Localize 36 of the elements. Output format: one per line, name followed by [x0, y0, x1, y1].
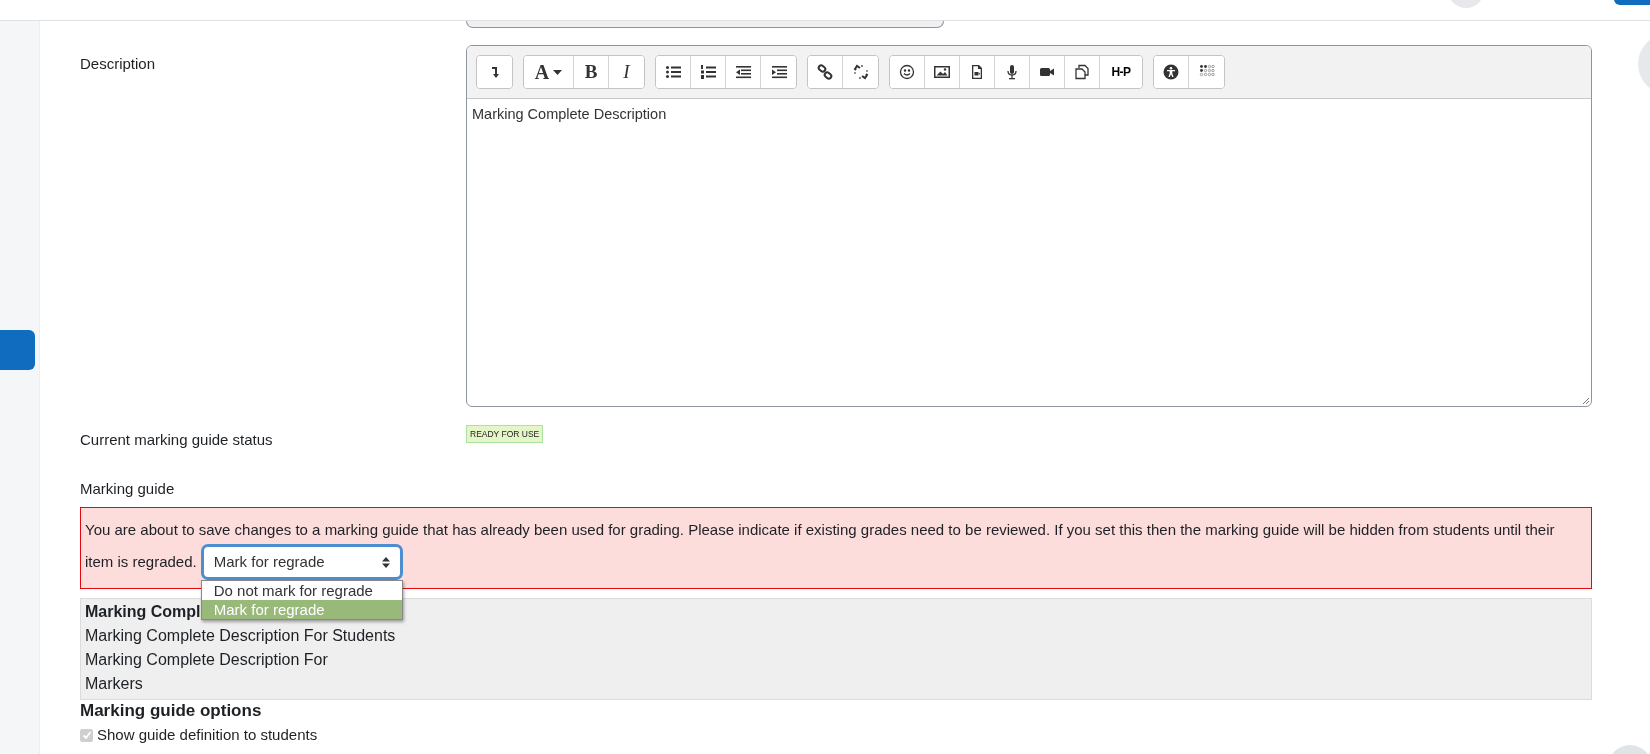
copy-icon: [1074, 64, 1090, 80]
resize-handle-icon[interactable]: [1582, 397, 1590, 405]
person-circle-icon: [1163, 64, 1179, 80]
status-badge: READY FOR USE: [466, 425, 544, 443]
drawer-toggle-button[interactable]: [0, 330, 35, 370]
indent-icon: [770, 64, 787, 80]
criterion-description: Marking Complete Description For Students: [85, 626, 397, 646]
caret-icon: [553, 69, 563, 75]
warning-message: You are about to save changes to a marking guide that has already been used for grading. Please indicate if existing grades need to be reviewed. If you set this then the marking guide will be hidden from students until their: [85, 520, 1556, 540]
field-label: Description: [80, 54, 157, 74]
toolbar-button[interactable]: [477, 56, 512, 88]
criterion-name: Marking Compl: [85, 602, 201, 622]
criterion-description: Marking Complete Description For Markers: [85, 650, 329, 694]
section-heading: Marking guide options: [80, 701, 263, 721]
bullet-list-icon: [665, 64, 681, 80]
sort-arrows-icon: [381, 556, 390, 568]
warning-message: item is regraded.: [85, 552, 197, 572]
checkbox-label: Show guide definition to students: [97, 726, 318, 744]
regrade-select[interactable]: Mark for regrade: [200, 544, 403, 580]
image-icon: [934, 64, 950, 80]
toolbar-button[interactable]: [890, 56, 925, 88]
dropdown-option[interactable]: Do not mark for regrade: [201, 581, 402, 600]
toolbar-button[interactable]: [1154, 56, 1189, 88]
document-icon: [969, 64, 985, 80]
numbered-list-icon: [700, 64, 716, 80]
toolbar-button[interactable]: [808, 56, 843, 88]
link-icon: [817, 64, 833, 80]
smiley-icon: [899, 64, 915, 80]
toolbar-button[interactable]: [656, 56, 691, 88]
toolbar-button[interactable]: A: [524, 56, 574, 88]
editor-text: Marking Complete Description: [472, 106, 667, 122]
microphone-icon: [1004, 64, 1020, 80]
field-label: Current marking guide status: [80, 430, 274, 450]
outdent-icon: [735, 64, 751, 80]
section-label: Marking guide: [80, 480, 176, 497]
input-field[interactable]: [466, 21, 944, 28]
